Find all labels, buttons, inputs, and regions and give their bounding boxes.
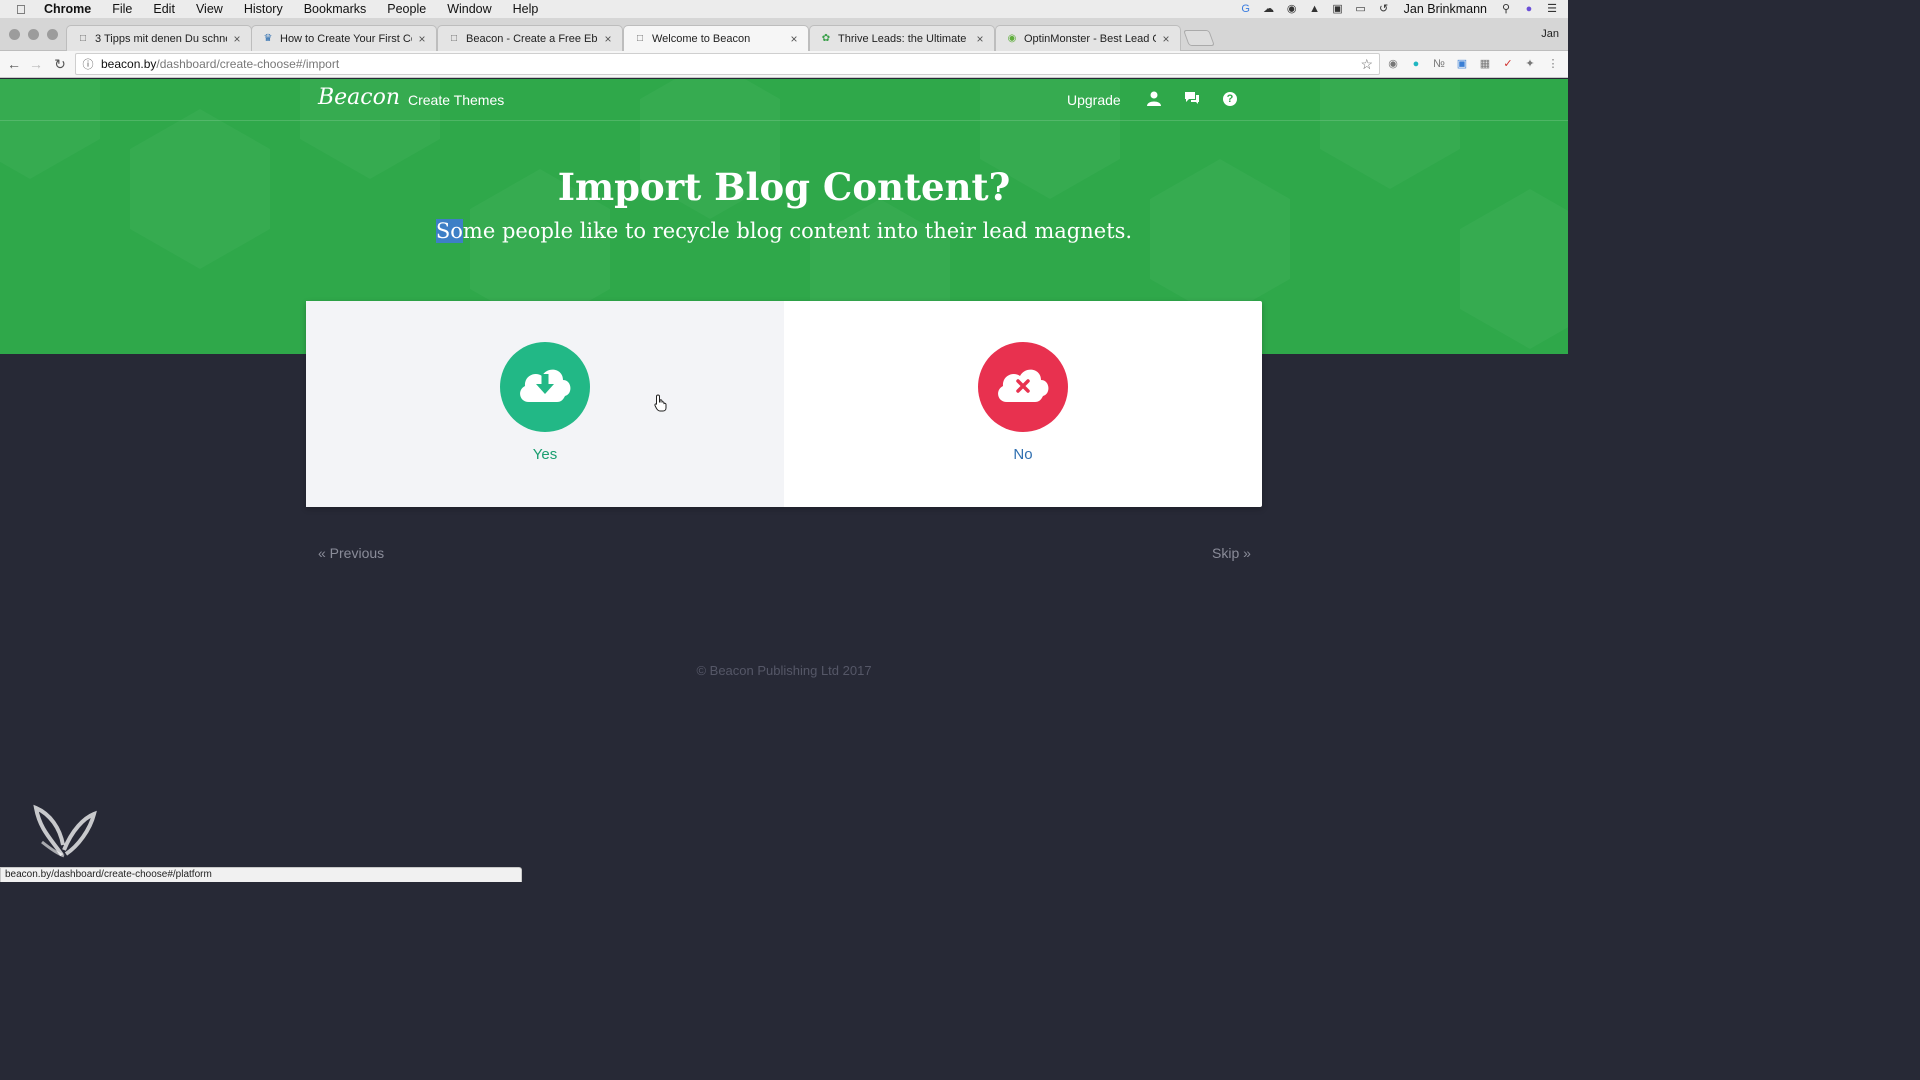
page-title: Import Blog Content?: [557, 165, 1011, 209]
siri-icon[interactable]: ●: [1522, 3, 1536, 15]
chrome-menu-icon[interactable]: ⋮: [1546, 57, 1560, 71]
notification-center-icon[interactable]: ☰: [1545, 3, 1559, 15]
help-icon[interactable]: ?: [1223, 92, 1237, 106]
time-machine-icon[interactable]: ↺: [1377, 3, 1391, 15]
selected-text: So: [435, 219, 463, 243]
url-path: /dashboard/create-choose#/import: [156, 57, 340, 71]
skip-link[interactable]: Skip »: [1212, 545, 1251, 561]
minimize-window-icon[interactable]: [28, 29, 39, 40]
close-tab-icon[interactable]: ×: [231, 32, 243, 46]
page-viewport: Beacon Create Themes Upgrade ? Import Bl…: [0, 79, 1568, 882]
apple-icon[interactable]: : [16, 2, 32, 17]
browser-tab[interactable]: □ 3 Tipps mit denen Du schnelle ×: [66, 25, 252, 51]
browser-tab[interactable]: ✿ Thrive Leads: the Ultimate List ×: [809, 25, 995, 51]
document-icon: □: [79, 32, 87, 44]
beacon-logo[interactable]: Beacon: [318, 85, 400, 110]
window-controls: [9, 29, 58, 40]
menu-bookmarks[interactable]: Bookmarks: [304, 2, 367, 16]
screen-record-icon[interactable]: ▣: [1331, 3, 1345, 15]
profile-name[interactable]: Jan: [1541, 28, 1559, 40]
crown-icon: ♛: [263, 32, 273, 44]
airplay-icon[interactable]: ▭: [1354, 3, 1368, 15]
macos-menu-bar:  Chrome File Edit View History Bookmark…: [0, 0, 1568, 18]
tab-title: Thrive Leads: the Ultimate List: [838, 32, 970, 45]
browser-toolbar: ← → ↻ ⓘ beacon.by/dashboard/create-choos…: [0, 51, 1568, 78]
menubar-user-name[interactable]: Jan Brinkmann: [1404, 2, 1487, 16]
cloud-cancel-icon: [978, 342, 1068, 432]
import-choice-card: Yes No: [306, 301, 1262, 507]
tab-title: Welcome to Beacon: [652, 33, 751, 45]
menu-people[interactable]: People: [387, 2, 426, 16]
hand-cursor-icon: [654, 394, 668, 417]
puzzle-extension-icon[interactable]: ✦: [1523, 57, 1537, 71]
menu-window[interactable]: Window: [447, 2, 491, 16]
browser-tab-active[interactable]: □ Welcome to Beacon ×: [623, 25, 809, 52]
address-bar[interactable]: ⓘ beacon.by/dashboard/create-choose#/imp…: [75, 53, 1380, 75]
leaf-icon: ✿: [821, 32, 831, 44]
forward-arrow-icon[interactable]: →: [28, 56, 44, 72]
browser-tab[interactable]: ♛ How to Create Your First Conte ×: [251, 25, 437, 51]
screen-capture-extension-icon[interactable]: ▣: [1455, 57, 1469, 71]
browser-tab[interactable]: □ Beacon - Create a Free Ebook ×: [437, 25, 623, 51]
grammar-extension-icon[interactable]: ●: [1409, 57, 1423, 71]
document-icon: □: [636, 33, 644, 44]
password-manager-icon[interactable]: ◉: [1285, 3, 1299, 15]
browser-tab-strip: □ 3 Tipps mit denen Du schnelle × ♛ How …: [0, 18, 1568, 52]
create-themes-link[interactable]: Create Themes: [408, 92, 504, 108]
close-window-icon[interactable]: [9, 29, 20, 40]
no-label: No: [1013, 446, 1033, 463]
zoom-window-icon[interactable]: [47, 29, 58, 40]
footer-copyright: © Beacon Publishing Ltd 2017: [696, 663, 872, 678]
previous-link[interactable]: « Previous: [318, 545, 384, 561]
menu-view[interactable]: View: [196, 2, 223, 16]
sync-icon[interactable]: G: [1239, 3, 1253, 15]
menu-help[interactable]: Help: [513, 2, 539, 16]
close-tab-icon[interactable]: ×: [602, 32, 614, 46]
close-tab-icon[interactable]: ×: [974, 32, 986, 46]
menu-file[interactable]: File: [112, 2, 132, 16]
spotlight-search-icon[interactable]: ⚲: [1499, 3, 1513, 15]
close-tab-icon[interactable]: ×: [788, 32, 800, 46]
notification-icon[interactable]: ▲: [1308, 3, 1322, 15]
url-domain: beacon.by: [101, 57, 157, 71]
optinmonster-icon: ◉: [1007, 32, 1017, 44]
hexagon-pattern: [1460, 189, 1568, 349]
creative-cloud-icon[interactable]: ☁: [1262, 3, 1276, 15]
password-extension-icon[interactable]: ◉: [1386, 57, 1400, 71]
pocket-extension-icon[interactable]: ✓: [1501, 57, 1515, 71]
new-tab-button[interactable]: [1183, 30, 1215, 46]
bookmarklet-extension-icon[interactable]: №: [1432, 57, 1446, 71]
menu-history[interactable]: History: [244, 2, 283, 16]
page-subtitle: Some people like to recycle blog content…: [0, 219, 1568, 243]
reload-icon[interactable]: ↻: [52, 56, 68, 73]
yes-option-button[interactable]: Yes: [306, 301, 784, 507]
document-icon: □: [450, 32, 458, 44]
back-arrow-icon[interactable]: ←: [6, 56, 22, 72]
tab-title: 3 Tipps mit denen Du schnelle: [95, 32, 227, 45]
info-icon[interactable]: ⓘ: [81, 56, 95, 72]
upgrade-link[interactable]: Upgrade: [1067, 92, 1121, 108]
no-option-button[interactable]: No: [784, 301, 1262, 507]
comments-icon[interactable]: [1183, 90, 1201, 108]
menu-edit[interactable]: Edit: [153, 2, 175, 16]
subtitle-text: me people like to recycle blog content i…: [462, 219, 1133, 243]
menu-chrome[interactable]: Chrome: [44, 2, 91, 16]
yes-label: Yes: [532, 446, 558, 463]
user-icon[interactable]: [1145, 90, 1163, 108]
close-tab-icon[interactable]: ×: [1160, 32, 1172, 46]
bookmark-star-icon[interactable]: ☆: [1360, 56, 1373, 73]
browser-tab[interactable]: ◉ OptinMonster - Best Lead Gen ×: [995, 25, 1181, 51]
close-tab-icon[interactable]: ×: [416, 32, 428, 46]
butterfly-watermark-icon: [32, 800, 98, 860]
tab-title: OptinMonster - Best Lead Gen: [1024, 32, 1156, 45]
tab-title: How to Create Your First Conte: [280, 32, 412, 45]
status-bar-url: beacon.by/dashboard/create-choose#/platf…: [0, 867, 522, 882]
site-top-nav: Beacon Create Themes Upgrade ?: [0, 79, 1568, 121]
cloud-download-icon: [500, 342, 590, 432]
tab-title: Beacon - Create a Free Ebook: [466, 32, 598, 45]
code-extension-icon[interactable]: ▦: [1478, 57, 1492, 71]
